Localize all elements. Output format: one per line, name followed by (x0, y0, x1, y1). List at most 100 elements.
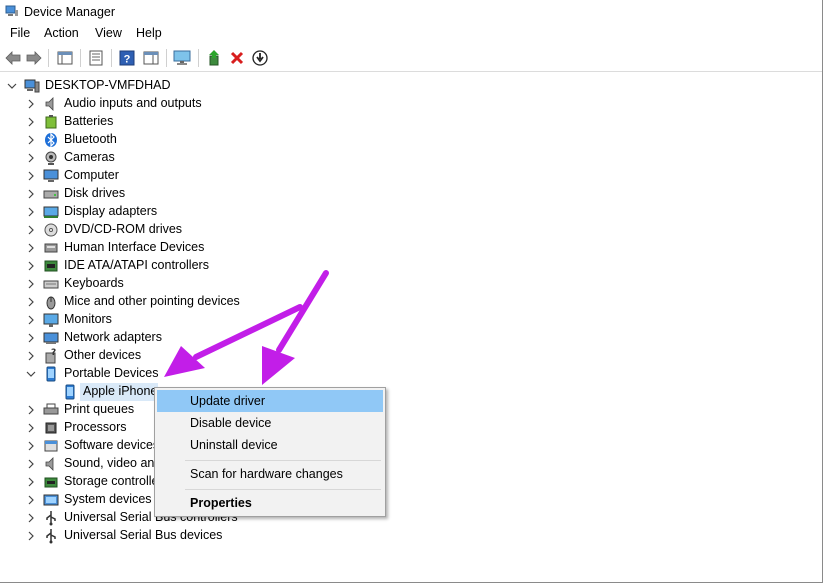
tree-category-row[interactable]: Disk drives (0, 185, 260, 203)
chevron-right-icon[interactable] (26, 297, 36, 307)
tree-item-label: Portable Devices (64, 366, 159, 380)
chevron-right-icon[interactable] (26, 279, 36, 289)
chevron-right-icon[interactable] (26, 171, 36, 181)
toolbar-separator (80, 49, 81, 67)
chevron-right-icon[interactable] (26, 459, 36, 469)
software-device-icon (44, 440, 58, 452)
chevron-right-icon[interactable] (26, 423, 36, 433)
chevron-right-icon[interactable] (26, 351, 36, 361)
usb-icon (46, 511, 56, 526)
computer-icon (43, 169, 59, 182)
chevron-right-icon[interactable] (26, 315, 36, 325)
phone-icon (65, 384, 75, 400)
chevron-right-icon[interactable] (26, 99, 36, 109)
chevron-right-icon[interactable] (26, 441, 36, 451)
tree-category-row[interactable]: Batteries (0, 113, 260, 131)
camera-icon (45, 151, 57, 165)
title-bar: Device Manager (0, 0, 822, 24)
tree-category-row[interactable]: ? Other devices (0, 347, 260, 365)
scan-hardware-button[interactable] (172, 48, 192, 68)
tree-item-label: Batteries (64, 114, 114, 128)
chevron-right-icon[interactable] (26, 513, 36, 523)
tree-category-row[interactable]: Human Interface Devices (0, 239, 260, 257)
forward-arrow-icon (26, 51, 42, 65)
help-button[interactable]: ? (117, 48, 137, 68)
tree-item-label: Display adapters (64, 204, 158, 218)
show-hide-console-tree-button[interactable] (55, 48, 75, 68)
tree-category-row[interactable]: Audio inputs and outputs (0, 95, 260, 113)
tree-item-label: Print queues (64, 402, 135, 416)
chevron-right-icon[interactable] (26, 225, 36, 235)
enable-device-button[interactable] (250, 48, 270, 68)
download-circle-icon (252, 50, 268, 66)
tree-item-label: Mice and other pointing devices (64, 294, 240, 308)
device-manager-app-icon (5, 5, 18, 16)
tree-item-label: Network adapters (64, 330, 162, 344)
tree-category-row[interactable]: IDE ATA/ATAPI controllers (0, 257, 260, 275)
scan-hardware-menu-item[interactable]: Scan for hardware changes (157, 463, 383, 485)
tree-item-label: IDE ATA/ATAPI controllers (64, 258, 209, 272)
ide-controller-icon (44, 260, 58, 272)
chevron-down-icon[interactable] (26, 369, 36, 379)
menu-separator (185, 460, 381, 461)
chevron-right-icon[interactable] (26, 135, 36, 145)
properties-menu-item[interactable]: Properties (157, 492, 383, 514)
system-device-icon (43, 494, 59, 506)
action-pane-button[interactable] (141, 48, 161, 68)
help-icon: ? (119, 50, 135, 66)
menu-view[interactable]: View (93, 26, 124, 40)
chevron-down-icon[interactable] (7, 81, 17, 91)
chevron-right-icon[interactable] (26, 495, 36, 505)
tree-category-row[interactable]: Cameras (0, 149, 260, 167)
uninstall-button[interactable] (227, 48, 247, 68)
svg-text:?: ? (124, 54, 131, 66)
tree-item-label: Apple iPhone (83, 384, 158, 398)
uninstall-device-menu-item[interactable]: Uninstall device (157, 434, 383, 456)
menu-file[interactable]: File (8, 26, 32, 40)
properties-button[interactable] (86, 48, 106, 68)
chevron-right-icon[interactable] (26, 261, 36, 271)
disable-device-label: Disable device (190, 416, 272, 430)
menu-action[interactable]: Action (42, 26, 81, 40)
toolbar-separator (198, 49, 199, 67)
tree-category-row[interactable]: Universal Serial Bus devices (0, 527, 260, 545)
chevron-right-icon[interactable] (26, 117, 36, 127)
menu-help[interactable]: Help (134, 26, 164, 40)
chevron-right-icon[interactable] (26, 153, 36, 163)
mouse-icon (46, 296, 56, 310)
tree-category-row[interactable]: Mice and other pointing devices (0, 293, 260, 311)
add-driver-button[interactable] (204, 48, 224, 68)
chevron-right-icon[interactable] (26, 333, 36, 343)
tree-category-row[interactable]: Monitors (0, 311, 260, 329)
chevron-right-icon[interactable] (26, 243, 36, 253)
chevron-right-icon[interactable] (26, 189, 36, 199)
monitor-scan-icon (173, 50, 191, 65)
tree-root[interactable]: DESKTOP-VMFDHAD (0, 77, 200, 95)
back-button[interactable] (3, 48, 23, 68)
disk-drive-icon (43, 190, 59, 199)
tree-category-row[interactable]: DVD/CD-ROM drives (0, 221, 260, 239)
dvd-drive-icon (44, 223, 58, 237)
chevron-right-icon[interactable] (26, 207, 36, 217)
tree-item-label: Human Interface Devices (64, 240, 205, 254)
chevron-right-icon[interactable] (26, 405, 36, 415)
tree-item-label: Other devices (64, 348, 142, 362)
tree-item-label: Software devices (64, 438, 160, 452)
tree-category-row[interactable]: Keyboards (0, 275, 260, 293)
network-adapter-icon (43, 332, 59, 344)
tree-category-row[interactable]: Display adapters (0, 203, 260, 221)
tree-item-label: Keyboards (64, 276, 124, 290)
tree-category-row[interactable]: Computer (0, 167, 260, 185)
tree-category-row[interactable]: Portable Devices (0, 365, 260, 383)
chevron-right-icon[interactable] (26, 477, 36, 487)
disable-device-menu-item[interactable]: Disable device (157, 412, 383, 434)
properties-sheet-icon (89, 50, 103, 66)
tree-category-row[interactable]: Bluetooth (0, 131, 260, 149)
forward-button[interactable] (24, 48, 44, 68)
chevron-right-icon[interactable] (26, 531, 36, 541)
update-driver-icon (209, 50, 219, 66)
processor-icon (45, 422, 57, 434)
update-driver-menu-item[interactable]: Update driver (157, 390, 383, 412)
computer-root-icon (24, 79, 40, 93)
tree-category-row[interactable]: Network adapters (0, 329, 260, 347)
